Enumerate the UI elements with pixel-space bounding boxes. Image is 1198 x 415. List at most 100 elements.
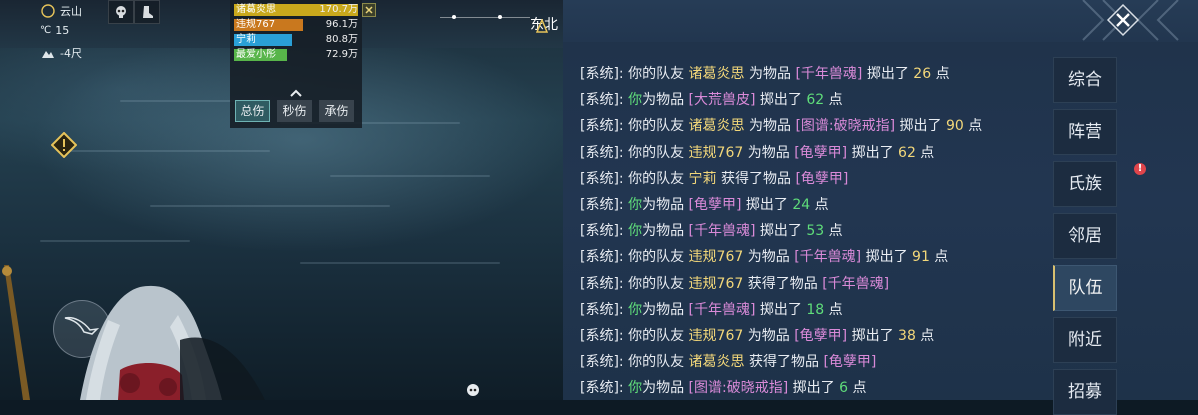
item-link[interactable]: [龟孽甲] bbox=[794, 145, 847, 161]
message-text: 你 bbox=[628, 380, 643, 397]
item-link[interactable]: [千年兽魂] bbox=[794, 249, 861, 265]
water-ripple bbox=[330, 175, 490, 177]
chat-message[interactable]: [系统]: 你的队友 违规767 为物品 [龟孽甲] 掷出了 62 点 bbox=[580, 144, 934, 162]
altitude-value: -4尺 bbox=[60, 47, 82, 60]
chat-message[interactable]: [系统]: 你的队友 诸葛炎思 获得了物品 [龟孽甲] bbox=[580, 353, 876, 371]
compass-dot bbox=[452, 15, 456, 19]
item-link[interactable]: [龟孽甲] bbox=[795, 171, 848, 187]
compass-marker bbox=[535, 18, 549, 33]
item-link[interactable]: [千年兽魂] bbox=[689, 302, 756, 318]
message-text: [系统]: bbox=[580, 380, 629, 397]
player-name[interactable]: 诸葛炎思 bbox=[689, 354, 745, 370]
staff-weapon bbox=[0, 265, 34, 400]
damage-meter-close-icon[interactable] bbox=[362, 3, 376, 17]
tab-total-damage[interactable]: 总伤 bbox=[235, 100, 270, 122]
item-link[interactable]: [图谱:破晓戒指] bbox=[689, 380, 789, 396]
game-scene[interactable]: 云山 ℃ 15 -4尺 诸葛炎思 170.7万 违规767 96.1万 宁莉 80.8万最… bbox=[0, 0, 563, 400]
player-name[interactable]: 违规767 bbox=[689, 276, 744, 292]
celsius-icon: ℃ bbox=[40, 25, 52, 36]
alert-badge: ! bbox=[1134, 163, 1146, 175]
chat-close-button[interactable] bbox=[1088, 0, 1158, 40]
channel-tab[interactable]: 氏族 bbox=[1053, 161, 1117, 207]
message-text: [系统]: bbox=[580, 328, 629, 344]
item-link[interactable]: [龟孽甲] bbox=[823, 354, 876, 370]
message-text: 掷出了 bbox=[788, 380, 840, 397]
skull-marker-icon bbox=[464, 382, 482, 400]
message-text: [系统]: bbox=[580, 92, 629, 109]
damage-player-name: 诸葛炎思 bbox=[236, 4, 276, 15]
chat-message[interactable]: [系统]: 你为物品 [千年兽魂] 掷出了 18 点 bbox=[580, 301, 843, 319]
close-x-icon bbox=[1106, 3, 1140, 37]
temperature-value: 15 bbox=[55, 24, 70, 37]
message-text: 你的队友 bbox=[628, 249, 689, 266]
chat-message[interactable]: [系统]: 你的队友 违规767 为物品 [龟孽甲] 掷出了 38 点 bbox=[580, 327, 934, 345]
player-name[interactable]: 违规767 bbox=[689, 145, 744, 161]
collapse-icon[interactable] bbox=[288, 84, 304, 97]
message-text: 点 bbox=[824, 223, 843, 240]
player-name[interactable]: 宁莉 bbox=[689, 171, 717, 187]
channel-tab[interactable]: 阵营 bbox=[1053, 109, 1117, 155]
message-text: [系统]: bbox=[580, 354, 629, 371]
message-text: 为物品 bbox=[743, 249, 795, 266]
item-link[interactable]: [千年兽魂] bbox=[795, 66, 862, 82]
chat-message[interactable]: [系统]: 你的队友 违规767 获得了物品 [千年兽魂] bbox=[580, 275, 889, 293]
water-ripple bbox=[300, 262, 500, 264]
weather-text: 云山 bbox=[60, 5, 82, 18]
channel-tab[interactable]: 招募 bbox=[1053, 369, 1117, 415]
compass-dot bbox=[498, 15, 502, 19]
message-text: 点 bbox=[929, 249, 949, 266]
boot-icon[interactable] bbox=[134, 0, 160, 24]
message-text: 18 bbox=[806, 301, 825, 318]
moon-icon bbox=[40, 3, 56, 19]
chat-message[interactable]: [系统]: 你的队友 诸葛炎思 为物品 [图谱:破晓戒指] 掷出了 90 点 bbox=[580, 117, 982, 135]
item-link[interactable]: [龟孽甲] bbox=[794, 328, 847, 344]
channel-tab[interactable]: 附近 bbox=[1053, 317, 1117, 363]
player-name[interactable]: 诸葛炎思 bbox=[689, 66, 745, 82]
item-link[interactable]: [千年兽魂] bbox=[822, 276, 889, 292]
message-text: 53 bbox=[806, 223, 825, 240]
message-text: 你 bbox=[628, 197, 643, 213]
message-text: 掷出了 bbox=[755, 223, 807, 240]
chat-message[interactable]: [系统]: 你为物品 [大荒兽皮] 掷出了 62 点 bbox=[580, 91, 843, 109]
skull-icon[interactable] bbox=[108, 0, 134, 24]
message-text: [系统]: bbox=[580, 170, 629, 187]
channel-tab[interactable]: 队伍 bbox=[1053, 265, 1117, 311]
chat-message[interactable]: [系统]: 你的队友 宁莉 获得了物品 [龟孽甲] bbox=[580, 170, 848, 188]
message-text: 26 bbox=[913, 66, 932, 82]
message-text: 掷出了 bbox=[755, 92, 807, 109]
message-text: [系统]: bbox=[580, 66, 629, 82]
item-link[interactable]: [千年兽魂] bbox=[689, 223, 756, 239]
message-text: 62 bbox=[898, 144, 916, 161]
chat-message[interactable]: [系统]: 你为物品 [千年兽魂] 掷出了 53 点 bbox=[580, 222, 843, 240]
damage-row[interactable]: 最爱小彤 72.9万 bbox=[234, 49, 358, 61]
item-link[interactable]: [大荒兽皮] bbox=[689, 92, 756, 108]
damage-row[interactable]: 宁莉 80.8万 bbox=[234, 34, 358, 46]
channel-tab[interactable]: 邻居 bbox=[1053, 213, 1117, 259]
player-name[interactable]: 违规767 bbox=[689, 328, 744, 344]
damage-row[interactable]: 诸葛炎思 170.7万 bbox=[234, 4, 358, 16]
message-text: 你的队友 bbox=[628, 170, 689, 187]
player-name[interactable]: 诸葛炎思 bbox=[689, 118, 745, 134]
damage-player-name: 最爱小彤 bbox=[236, 49, 276, 60]
message-text: 掷出了 bbox=[862, 66, 914, 82]
boat-edge bbox=[180, 330, 270, 400]
item-link[interactable]: [龟孽甲] bbox=[689, 197, 742, 213]
chat-message[interactable]: [系统]: 你为物品 [图谱:破晓戒指] 掷出了 6 点 bbox=[580, 379, 866, 397]
player-name[interactable]: 违规767 bbox=[689, 249, 744, 265]
damage-meter-panel: 诸葛炎思 170.7万 违规767 96.1万 宁莉 80.8万 最爱小彤 72.9万 总伤 … bbox=[230, 0, 362, 128]
chat-message[interactable]: [系统]: 你为物品 [龟孽甲] 掷出了 24 点 bbox=[580, 196, 829, 214]
message-text: 点 bbox=[810, 197, 829, 213]
message-text: 91 bbox=[912, 249, 930, 266]
chat-message[interactable]: [系统]: 你的队友 违规767 为物品 [千年兽魂] 掷出了 91 点 bbox=[580, 248, 948, 266]
damage-row[interactable]: 违规767 96.1万 bbox=[234, 19, 358, 31]
tab-dps[interactable]: 秒伤 bbox=[277, 100, 312, 122]
item-link[interactable]: [图谱:破晓戒指] bbox=[795, 118, 895, 134]
tab-damage-taken[interactable]: 承伤 bbox=[319, 100, 354, 122]
warning-diamond-icon[interactable] bbox=[50, 131, 78, 159]
message-text: 掷出了 bbox=[755, 301, 807, 318]
water-ripple bbox=[150, 205, 390, 207]
channel-tab[interactable]: 综合 bbox=[1053, 57, 1117, 103]
message-text: 你的队友 bbox=[628, 275, 689, 292]
chat-message[interactable]: [系统]: 你的队友 诸葛炎思 为物品 [千年兽魂] 掷出了 26 点 bbox=[580, 65, 950, 83]
message-text: 你的队友 bbox=[628, 354, 689, 371]
